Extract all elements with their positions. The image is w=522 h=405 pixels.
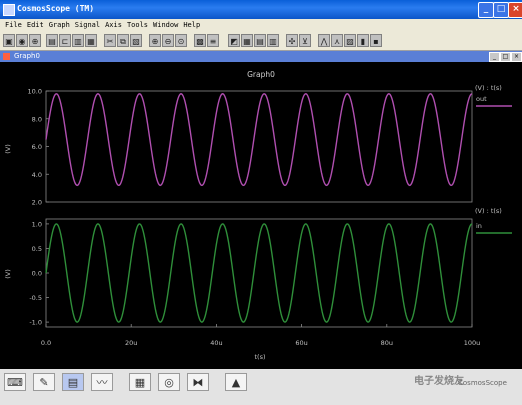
xtick-label: 20u: [125, 339, 137, 347]
xtick-label: 100u: [464, 339, 481, 347]
graph-window-titlebar: Graph0 _ □ ×: [0, 51, 522, 62]
window-title: CosmosScope (TM): [17, 4, 95, 13]
title-bar: CosmosScope (TM) _ □ ×: [0, 0, 522, 19]
graph-area[interactable]: Graph0 (V) (V) : t(s) out 10.0 8.0 6.0 4.0 2…: [0, 62, 522, 369]
menu-file[interactable]: File: [5, 19, 22, 32]
menu-signal[interactable]: Signal: [75, 19, 100, 32]
top-ytick-label: 8.0: [32, 115, 42, 123]
print-icon[interactable]: ▥: [72, 34, 84, 47]
menu-bar: File Edit Graph Signal Axis Tools Window Help: [0, 19, 522, 32]
waveform-tool-icon[interactable]: ▤: [62, 373, 84, 391]
legend-out: out: [476, 95, 487, 103]
close-button[interactable]: ×: [508, 2, 522, 18]
keyboard-icon[interactable]: ⌨: [4, 373, 26, 391]
maximize-button[interactable]: □: [493, 2, 509, 18]
zoom-out-icon[interactable]: ⊖: [162, 34, 174, 47]
paste-icon[interactable]: ▧: [130, 34, 142, 47]
menu-window[interactable]: Window: [153, 19, 178, 32]
top-ytick-label: 10.0: [28, 88, 42, 96]
minimize-button[interactable]: _: [478, 2, 494, 18]
new-graph-icon[interactable]: ▣: [3, 34, 15, 47]
measure-icon[interactable]: ◩: [228, 34, 240, 47]
toolbar: ▣ ◉ ⊕ ▤ ⊏ ▥ ▦ ✂ ⧉ ▧ ⊕ ⊖ ⊙ ▩ ≡ ◩ ▦ ▤ ▥ ✣ …: [0, 32, 522, 51]
top-ytick-label: 6.0: [32, 143, 42, 151]
dock-icon[interactable]: ▪: [370, 34, 382, 47]
xtick-label: 60u: [295, 339, 307, 347]
watermark-text: CosmosScope: [458, 379, 507, 387]
graph-window-title: Graph0: [14, 52, 40, 60]
crosshair-icon[interactable]: ✣: [286, 34, 298, 47]
histogram-icon[interactable]: ▮: [357, 34, 369, 47]
edit-text-icon[interactable]: ✎: [33, 373, 55, 391]
graph-minimize-button[interactable]: _: [489, 52, 500, 62]
menu-edit[interactable]: Edit: [27, 19, 44, 32]
waveform-calc-icon[interactable]: ⋀: [318, 34, 330, 47]
menu-axis[interactable]: Axis: [105, 19, 122, 32]
out-series-line: [45, 93, 473, 187]
xtick-label: 80u: [381, 339, 393, 347]
x-axis-label: t(s): [254, 353, 265, 361]
print-preview-icon[interactable]: ▦: [85, 34, 97, 47]
bottom-ytick-label: -1.0: [29, 319, 42, 327]
bottom-ytick-label: 0.5: [32, 245, 42, 253]
stack-icon[interactable]: ≡: [207, 34, 219, 47]
zoom-in-icon[interactable]: ⊕: [149, 34, 161, 47]
menu-help[interactable]: Help: [183, 19, 200, 32]
graph-close-button[interactable]: ×: [511, 52, 522, 62]
grid-icon[interactable]: ▦: [241, 34, 253, 47]
table-icon[interactable]: ▤: [254, 34, 266, 47]
xtick-label: 0.0: [41, 339, 51, 347]
bottom-ytick-label: -0.5: [29, 294, 42, 302]
top-header: (V) : t(s): [475, 84, 502, 92]
bottom-header: (V) : t(s): [475, 207, 502, 215]
filter-tool-icon[interactable]: ⧓: [187, 373, 209, 391]
app-icon: [3, 4, 15, 16]
open-folder-icon[interactable]: ⊏: [59, 34, 71, 47]
cut-icon[interactable]: ✂: [104, 34, 116, 47]
menu-graph[interactable]: Graph: [49, 19, 70, 32]
xtick-label: 40u: [210, 339, 222, 347]
marker-icon[interactable]: ⊻: [299, 34, 311, 47]
top-ytick-label: 2.0: [32, 199, 42, 207]
bottom-ytick-label: 0.0: [32, 270, 42, 278]
watermark-logo: 电子发烧友: [414, 376, 464, 387]
calculator-icon[interactable]: ▦: [129, 373, 151, 391]
top-ylabel: (V): [4, 144, 12, 154]
bottom-ylabel: (V): [4, 269, 12, 279]
bottom-toolbar: ⌨ ✎ ▤ 〰 ▦ ◎ ⧓ ▲ 电子发烧友 CosmosScope: [0, 369, 522, 405]
grid2-icon[interactable]: ▥: [267, 34, 279, 47]
probe-icon[interactable]: ◎: [158, 373, 180, 391]
scope-icon[interactable]: ▨: [344, 34, 356, 47]
menu-tools[interactable]: Tools: [127, 19, 148, 32]
color-icon[interactable]: ▩: [194, 34, 206, 47]
save-icon[interactable]: ▤: [46, 34, 58, 47]
graph-title: Graph0: [247, 70, 275, 79]
fft-icon[interactable]: ⋏: [331, 34, 343, 47]
graph-maximize-button[interactable]: □: [500, 52, 511, 62]
graph-window-icon: [3, 53, 10, 60]
open-icon[interactable]: ◉: [16, 34, 28, 47]
signal-tool-icon[interactable]: 〰: [91, 373, 113, 391]
signal-manager-icon[interactable]: ⊕: [29, 34, 41, 47]
bottom-ytick-label: 1.0: [32, 220, 42, 228]
zoom-fit-icon[interactable]: ⊙: [175, 34, 187, 47]
in-series-line: [45, 223, 473, 323]
copy-icon[interactable]: ⧉: [117, 34, 129, 47]
matlab-icon[interactable]: ▲: [225, 373, 247, 391]
legend-in: in: [476, 222, 482, 230]
top-ytick-label: 4.0: [32, 171, 42, 179]
